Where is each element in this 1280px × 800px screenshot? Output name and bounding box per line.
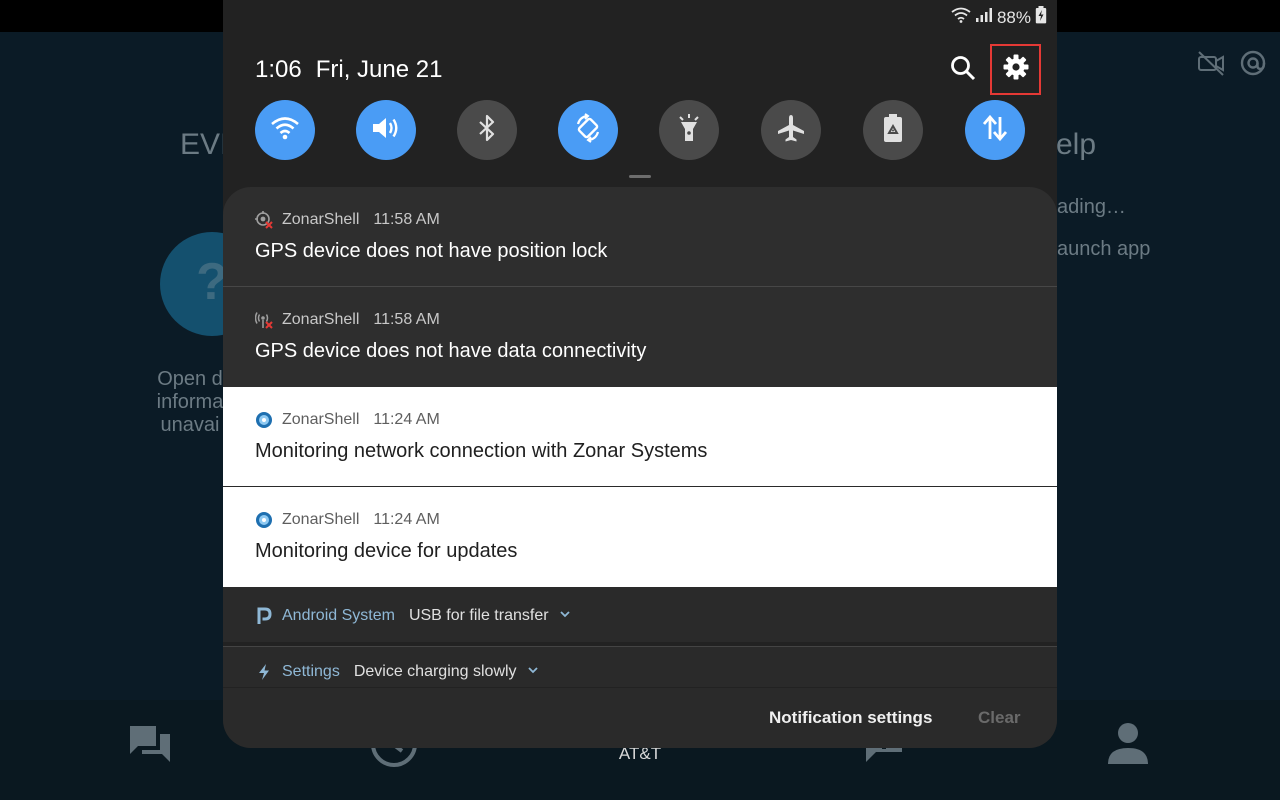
qs-bluetooth[interactable] <box>457 100 517 160</box>
android-p-icon <box>255 607 273 625</box>
shade-drag-handle[interactable] <box>629 175 651 178</box>
chat-icon[interactable] <box>126 718 174 771</box>
notification-footer: Notification settings Clear <box>223 688 1057 748</box>
notification-item[interactable]: ZonarShell 11:58 AM GPS device does not … <box>223 287 1057 387</box>
volume-icon <box>371 115 401 146</box>
search-icon <box>950 55 976 86</box>
qs-wifi[interactable] <box>255 100 315 160</box>
notification-app-name: ZonarShell <box>282 511 360 528</box>
search-button[interactable] <box>947 54 979 86</box>
system-notification-usb[interactable]: Android System USB for file transfer <box>223 587 1057 642</box>
clear-button[interactable]: Clear <box>978 708 1021 728</box>
background-right-line2: aunch app <box>1057 238 1151 260</box>
chevron-down-icon[interactable] <box>527 663 539 681</box>
at-sign-icon[interactable] <box>1238 48 1268 83</box>
qs-airplane-mode[interactable] <box>761 100 821 160</box>
battery-recycle-icon <box>882 113 904 148</box>
background-top-icons <box>1196 48 1268 83</box>
background-left-text: Open d informa unavai <box>156 368 224 436</box>
bolt-icon <box>255 663 273 681</box>
notification-message: Monitoring device for updates <box>255 540 518 562</box>
zonar-globe-icon <box>255 411 273 429</box>
person-icon[interactable] <box>1104 718 1152 771</box>
system-notification-text: USB for file transfer <box>408 607 549 624</box>
notification-list: ZonarShell 11:58 AM GPS device does not … <box>223 187 1057 687</box>
background-right-line1: ading… <box>1057 196 1126 218</box>
chevron-down-icon[interactable] <box>559 607 571 625</box>
gear-icon <box>1003 54 1029 85</box>
antenna-error-icon <box>255 311 273 329</box>
qs-sound[interactable] <box>356 100 416 160</box>
airplane-icon <box>776 113 806 148</box>
notification-app-name: ZonarShell <box>282 411 360 428</box>
data-arrows-icon <box>981 114 1009 147</box>
notification-time: 11:24 AM <box>373 511 440 528</box>
notification-message: GPS device does not have data connectivi… <box>255 340 647 362</box>
bluetooth-icon <box>477 114 497 147</box>
system-notification-charging[interactable]: Settings Device charging slowly <box>223 647 1057 687</box>
qs-flashlight[interactable] <box>659 100 719 160</box>
zonar-globe-icon <box>255 511 273 529</box>
background-left-title: EVI <box>180 128 229 161</box>
clock-time: 1:06 <box>255 56 302 83</box>
system-notification-text: Device charging slowly <box>353 663 517 680</box>
notification-app-name: ZonarShell <box>282 311 360 328</box>
notification-message: Monitoring network connection with Zonar… <box>255 440 708 462</box>
notification-settings-button[interactable]: Notification settings <box>769 708 932 728</box>
battery-charging-icon <box>1035 6 1047 29</box>
notification-shade[interactable]: 88% 1:06 Fri, June 21 ZonarShell 11:58 A… <box>223 0 1057 748</box>
qs-auto-rotate[interactable] <box>558 100 618 160</box>
quick-settings <box>255 100 1025 160</box>
notification-message: GPS device does not have position lock <box>255 240 608 262</box>
battery-percent: 88% <box>996 7 1031 27</box>
gps-error-icon <box>255 211 273 229</box>
wifi-icon <box>270 115 300 146</box>
notification-time: 11:58 AM <box>373 311 440 328</box>
notification-item[interactable]: ZonarShell 11:24 AM Monitoring device fo… <box>223 487 1057 587</box>
system-notification-app: Settings <box>282 663 340 680</box>
flashlight-icon <box>676 113 702 148</box>
status-bar: 88% <box>951 6 1047 29</box>
clock-date-text: Fri, June 21 <box>315 56 443 83</box>
notification-time: 11:24 AM <box>373 411 440 428</box>
notification-item[interactable]: ZonarShell 11:24 AM Monitoring network c… <box>223 387 1057 487</box>
clock-date[interactable]: 1:06 Fri, June 21 <box>255 56 456 84</box>
camera-off-icon[interactable] <box>1196 48 1226 83</box>
notification-item[interactable]: ZonarShell 11:58 AM GPS device does not … <box>223 187 1057 287</box>
qs-power-saving[interactable] <box>863 100 923 160</box>
wifi-icon <box>951 7 971 28</box>
qs-mobile-data[interactable] <box>965 100 1025 160</box>
settings-button[interactable] <box>990 44 1041 95</box>
signal-icon <box>975 7 993 28</box>
notification-time: 11:58 AM <box>373 211 440 228</box>
notification-app-name: ZonarShell <box>282 211 360 228</box>
rotate-icon <box>573 112 603 148</box>
background-right-title: elp <box>1056 128 1097 161</box>
system-notification-app: Android System <box>282 607 395 624</box>
